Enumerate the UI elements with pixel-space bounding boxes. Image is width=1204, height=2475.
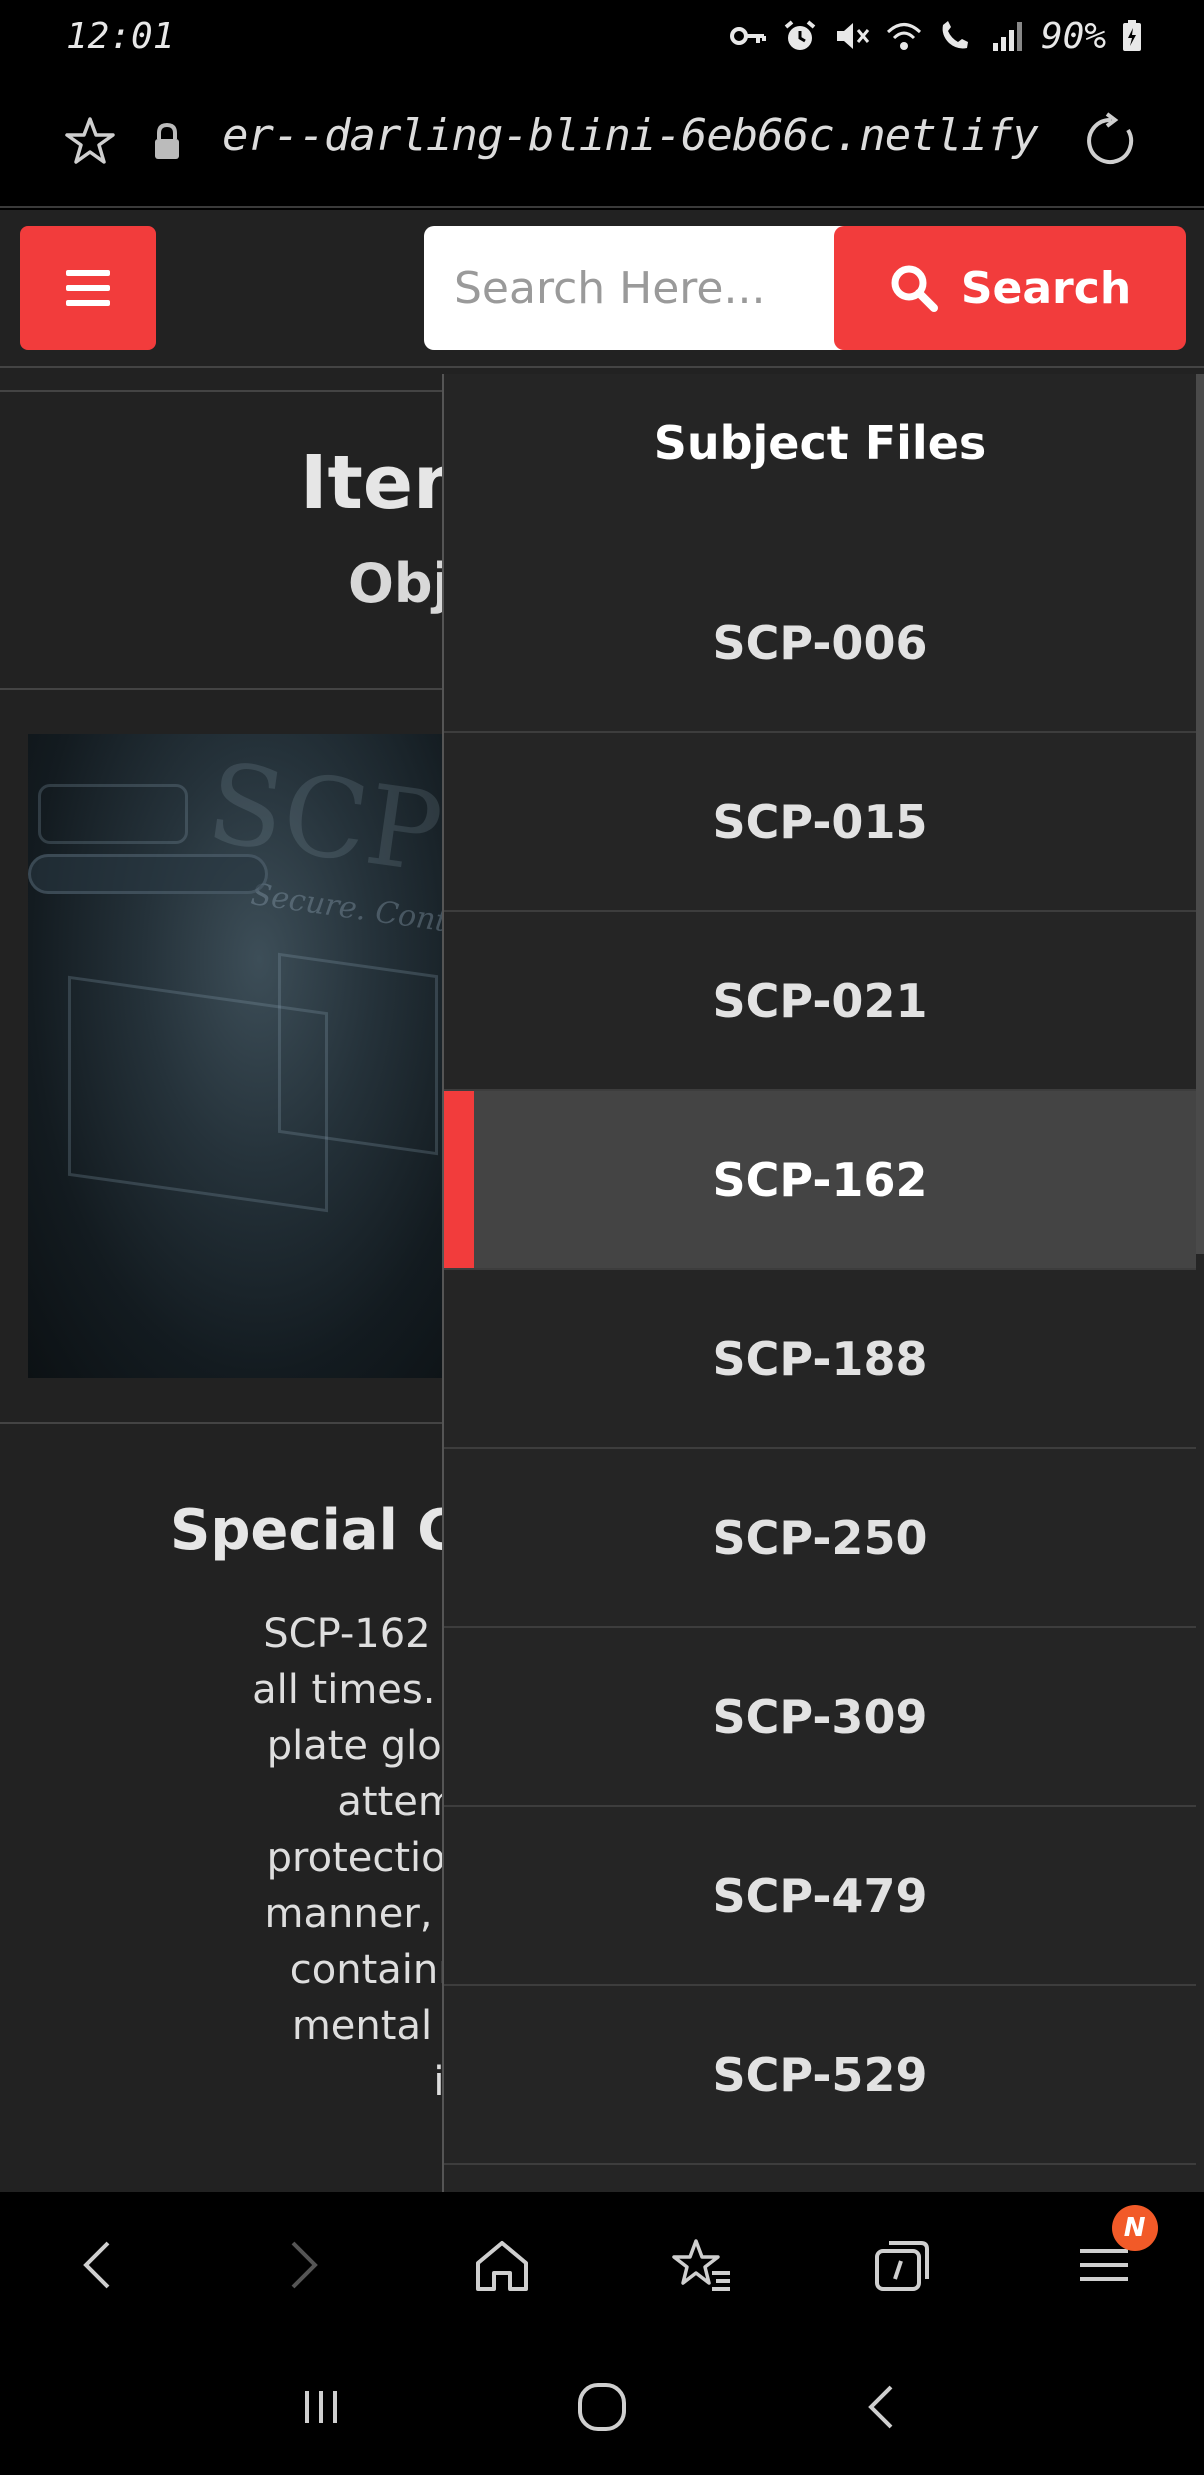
search-input[interactable] [424, 226, 844, 350]
key-icon [729, 27, 766, 45]
lock-icon [155, 122, 179, 159]
signal-icon [992, 22, 1022, 51]
object-class: Obj [348, 552, 452, 615]
sidebar-item-scp-529[interactable]: SCP-529 [444, 1986, 1196, 2165]
forward-icon[interactable] [269, 2233, 333, 2297]
menu-button[interactable]: N [1072, 2205, 1158, 2297]
recents-icon[interactable] [291, 2377, 351, 2437]
bookmark-star-icon[interactable] [62, 114, 118, 170]
search-button-label: Search [960, 262, 1132, 314]
search-button[interactable]: Search [834, 226, 1186, 350]
reload-icon[interactable] [1082, 112, 1140, 170]
scp-image: SCP Secure. Contain [28, 734, 448, 1378]
site-topnav: Search [0, 210, 1204, 368]
mute-icon [836, 23, 870, 49]
back-nav-icon[interactable] [853, 2377, 913, 2437]
browser-url-bar: er--darling-blini-6eb66c.netlify.app [0, 72, 1204, 208]
search-icon [891, 265, 938, 312]
notification-badge: N [1111, 2205, 1158, 2251]
status-icons: 90% [729, 16, 1144, 57]
wifi-icon [886, 23, 921, 50]
wifi-call-icon [942, 21, 968, 49]
web-page: Search Item Obj SCP Secure. Contain Spec… [0, 210, 1204, 2192]
sidebar-item-scp-006[interactable]: SCP-006 [444, 554, 1196, 733]
sidebar-item-scp-250[interactable]: SCP-250 [444, 1449, 1196, 1628]
hamburger-menu-button[interactable] [20, 226, 156, 350]
hamburger-line [66, 300, 110, 306]
status-bar: 12:01 90% [0, 0, 1204, 72]
subject-files-sidebar: Subject Files SCP-006 SCP-015 SCP-021 SC… [442, 374, 1204, 2192]
hamburger-line [66, 270, 110, 276]
tabs-icon[interactable] [871, 2233, 935, 2297]
sidebar-item-scp-021[interactable]: SCP-021 [444, 912, 1196, 1091]
bookmarks-icon[interactable] [670, 2233, 734, 2297]
url-text[interactable]: er--darling-blini-6eb66c.netlify.app [222, 110, 1042, 170]
status-time: 12:01 [66, 15, 175, 57]
sidebar-item-scp-188[interactable]: SCP-188 [444, 1270, 1196, 1449]
android-nav-bar [0, 2338, 1204, 2475]
battery-percent: 90% [1040, 15, 1106, 57]
sidebar-item-scp-015[interactable]: SCP-015 [444, 733, 1196, 912]
subject-file-list: SCP-006 SCP-015 SCP-021 SCP-162 SCP-188 … [444, 554, 1196, 2165]
alarm-icon [784, 20, 816, 50]
sidebar-item-scp-479[interactable]: SCP-479 [444, 1807, 1196, 1986]
sidebar-item-scp-162[interactable]: SCP-162 [444, 1091, 1196, 1270]
battery-icon [1123, 20, 1141, 51]
hamburger-line [66, 285, 110, 291]
home-icon[interactable] [470, 2233, 534, 2297]
sidebar-scrollbar[interactable] [1196, 374, 1204, 1254]
browser-toolbar: N [0, 2192, 1204, 2338]
back-icon[interactable] [68, 2233, 132, 2297]
sidebar-heading: Subject Files [653, 416, 987, 470]
home-circle-icon[interactable] [572, 2377, 632, 2437]
sidebar-item-scp-309[interactable]: SCP-309 [444, 1628, 1196, 1807]
